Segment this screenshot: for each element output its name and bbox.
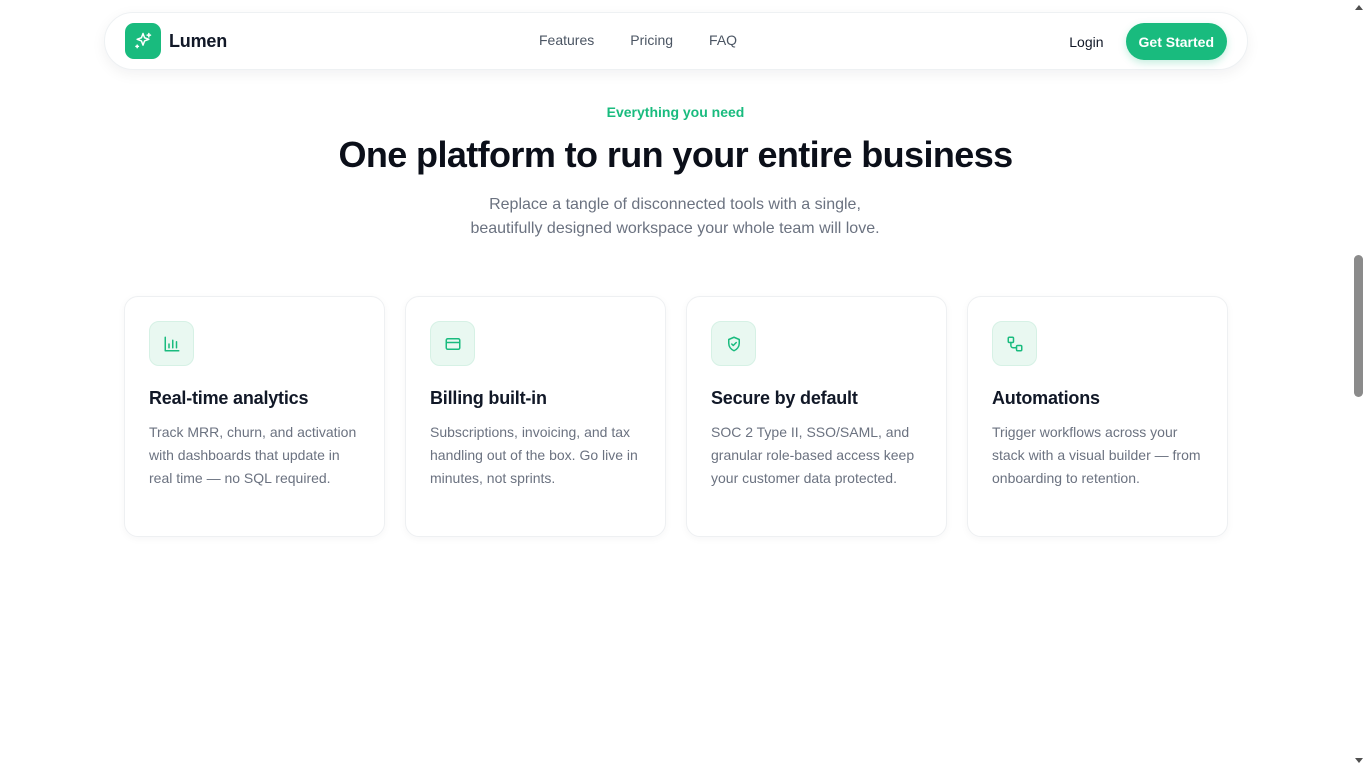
feature-description: Trigger workflows across your stack with… bbox=[992, 424, 1201, 486]
login-link[interactable]: Login bbox=[1069, 34, 1103, 50]
vertical-scrollbar[interactable] bbox=[1351, 0, 1366, 768]
landing-page: Lumen Features Pricing FAQ Login Get Sta… bbox=[0, 0, 1366, 768]
section-subtitle: Replace a tangle of disconnected tools w… bbox=[425, 193, 925, 241]
feature-card-automations: Automations Trigger workflows across you… bbox=[967, 296, 1228, 537]
feature-description: Subscriptions, invoicing, and tax handli… bbox=[430, 424, 638, 486]
nav-link-faq[interactable]: FAQ bbox=[709, 32, 737, 48]
feature-card-analytics: Real-time analytics Track MRR, churn, an… bbox=[124, 296, 385, 537]
nav-link-pricing[interactable]: Pricing bbox=[630, 32, 673, 48]
feature-card-billing: Billing built-in Subscriptions, invoicin… bbox=[405, 296, 666, 537]
feature-title: Automations bbox=[992, 388, 1100, 408]
nav-actions: Login Get Started bbox=[1069, 23, 1227, 60]
feature-cards: Real-time analytics Track MRR, churn, an… bbox=[124, 296, 1248, 537]
scroll-up-arrow-icon[interactable] bbox=[1355, 5, 1363, 10]
feature-title: Secure by default bbox=[711, 388, 858, 408]
feature-title: Real-time analytics bbox=[149, 388, 309, 408]
nav-link-features[interactable]: Features bbox=[539, 32, 594, 48]
bar-chart-icon bbox=[149, 321, 194, 366]
feature-card-security: Secure by default SOC 2 Type II, SSO/SAM… bbox=[686, 296, 947, 537]
section-eyebrow: Everything you need bbox=[606, 104, 745, 120]
workflow-icon bbox=[992, 321, 1037, 366]
section-title: One platform to run your entire business bbox=[338, 134, 1013, 175]
top-navbar: Lumen Features Pricing FAQ Login Get Sta… bbox=[104, 12, 1248, 70]
subtitle-line-1: Replace a tangle of disconnected tools w… bbox=[489, 196, 861, 213]
subtitle-line-2: beautifully designed workspace your whol… bbox=[470, 220, 880, 237]
primary-nav: Features Pricing FAQ bbox=[539, 32, 773, 48]
brand-logo[interactable]: Lumen bbox=[125, 23, 227, 59]
feature-description: SOC 2 Type II, SSO/SAML, and granular ro… bbox=[711, 424, 915, 486]
scroll-down-arrow-icon[interactable] bbox=[1355, 758, 1363, 763]
shield-check-icon bbox=[711, 321, 756, 366]
feature-description: Track MRR, churn, and activation with da… bbox=[149, 424, 357, 486]
brand-name: Lumen bbox=[169, 30, 228, 51]
feature-title: Billing built-in bbox=[430, 388, 547, 408]
sparkles-icon bbox=[125, 23, 161, 59]
credit-card-icon bbox=[430, 321, 475, 366]
scrollbar-thumb[interactable] bbox=[1354, 255, 1363, 397]
get-started-button[interactable]: Get Started bbox=[1125, 23, 1227, 60]
